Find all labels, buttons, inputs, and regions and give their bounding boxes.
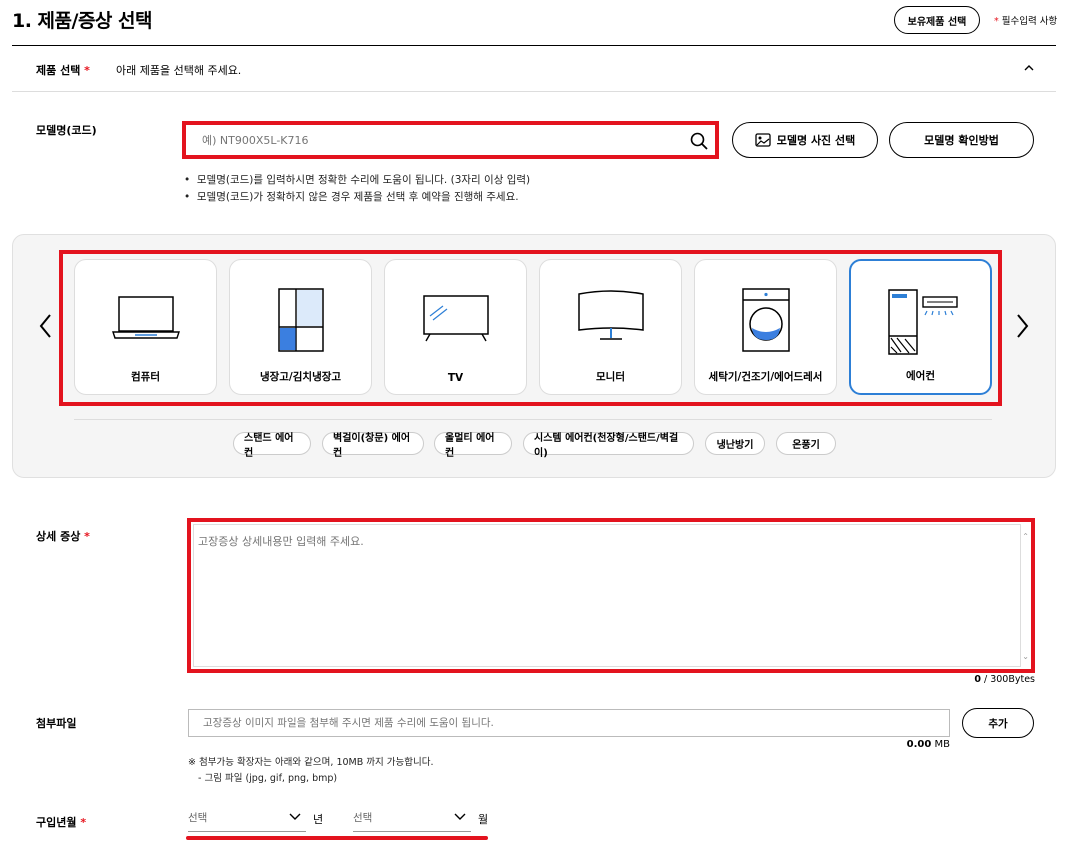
purchase-label-text: 구입년월 <box>36 816 77 829</box>
attachment-size-unit: MB <box>931 739 951 750</box>
category-label: TV <box>447 372 464 384</box>
model-label: 모델명(코드) <box>36 124 97 137</box>
category-card-refrigerator[interactable]: 냉장고/김치냉장고 <box>229 259 372 395</box>
year-unit: 년 <box>313 813 324 826</box>
air-conditioner-icon <box>888 289 958 355</box>
model-note-text: 모델명(코드)가 정확하지 않은 경우 제품을 선택 후 예약을 진행해 주세요… <box>196 191 519 203</box>
monitor-icon <box>578 290 644 340</box>
header-divider <box>12 45 1056 46</box>
attachment-note: ※ 첨부가능 확장자는 아래와 같으며, 10MB 까지 가능합니다. <box>188 757 434 768</box>
category-card-monitor[interactable]: 모니터 <box>539 259 682 395</box>
attachment-input[interactable] <box>188 709 950 737</box>
chevron-down-icon <box>289 813 301 820</box>
symptom-label-text: 상세 증상 <box>36 530 81 543</box>
symptom-textarea[interactable] <box>193 524 1021 667</box>
page-title: 1. 제품/증상 선택 <box>12 10 153 32</box>
category-card-air-conditioner[interactable]: 에어컨 <box>849 259 992 395</box>
symptom-highlight: ⌃ ⌄ <box>187 518 1035 673</box>
subcategory-chip[interactable]: 시스템 에어컨(천장형/스탠드/벽걸이) <box>523 432 694 459</box>
chevron-left-icon[interactable] <box>36 312 56 340</box>
category-label: 컴퓨터 <box>131 371 160 383</box>
year-select[interactable]: 선택 <box>188 806 306 832</box>
month-select-value: 선택 <box>353 812 373 824</box>
required-star: * <box>84 530 90 543</box>
attachment-notes: ※ 첨부가능 확장자는 아래와 같으며, 10MB 까지 가능합니다. - 그림… <box>188 755 433 787</box>
purchase-label: 구입년월 * <box>36 814 86 830</box>
model-highlight <box>182 121 719 159</box>
section-divider <box>12 91 1056 92</box>
owned-products-button[interactable]: 보유제품 선택 <box>894 6 980 34</box>
purchase-highlight-underline <box>186 836 488 840</box>
attachment-add-button[interactable]: 추가 <box>962 708 1034 738</box>
subcategory-chip[interactable]: 올멀티 에어컨 <box>434 432 512 459</box>
scroll-down-icon[interactable]: ⌄ <box>1022 652 1029 661</box>
model-howto-button[interactable]: 모델명 확인방법 <box>889 122 1034 158</box>
model-notes: • 모델명(코드)를 입력하시면 정확한 수리에 도움이 됩니다. (3자리 이… <box>184 172 530 206</box>
model-photo-button-label: 모델명 사진 선택 <box>776 134 856 147</box>
model-photo-button[interactable]: 모델명 사진 선택 <box>732 122 878 158</box>
category-card-tv[interactable]: TV <box>384 259 527 395</box>
attachment-size-value: 0.00 <box>906 739 932 750</box>
chevron-right-icon[interactable] <box>1012 312 1032 340</box>
tv-icon <box>423 295 489 342</box>
chevron-down-icon <box>454 813 466 820</box>
required-star: * <box>994 16 999 27</box>
required-star: * <box>84 64 90 77</box>
month-unit: 월 <box>478 813 489 826</box>
product-select-label-text: 제품 선택 <box>36 64 81 77</box>
chevron-up-icon[interactable] <box>1021 60 1037 76</box>
category-label: 세탁기/건조기/에어드레서 <box>708 371 823 383</box>
symptom-byte-limit: / 300Bytes <box>980 674 1035 685</box>
attachment-note: - 그림 파일 (jpg, gif, png, bmp) <box>198 773 338 784</box>
product-select-label: 제품 선택 * <box>36 62 90 78</box>
product-select-hint: 아래 제품을 선택해 주세요. <box>116 64 242 77</box>
required-note-text: 필수입력 사항 <box>1001 16 1058 27</box>
category-label: 모니터 <box>596 371 625 383</box>
year-select-value: 선택 <box>188 812 208 824</box>
category-label: 에어컨 <box>906 370 935 382</box>
month-select[interactable]: 선택 <box>353 806 471 832</box>
category-card-washer[interactable]: 세탁기/건조기/에어드레서 <box>694 259 837 395</box>
attachment-size: 0.00 MB <box>860 739 950 750</box>
list-item: • 모델명(코드)를 입력하시면 정확한 수리에 도움이 됩니다. (3자리 이… <box>184 174 531 186</box>
subcategory-chip[interactable]: 온풍기 <box>776 432 836 455</box>
list-item: • 모델명(코드)가 정확하지 않은 경우 제품을 선택 후 예약을 진행해 주… <box>184 191 519 203</box>
symptom-byte-count: 0 <box>974 674 981 685</box>
symptom-byte-counter: 0 / 300Bytes <box>950 674 1035 685</box>
subcategory-chip[interactable]: 스탠드 에어컨 <box>233 432 311 459</box>
required-star: * <box>80 816 87 829</box>
category-card-computer[interactable]: 컴퓨터 <box>74 259 217 395</box>
search-icon[interactable] <box>689 131 709 151</box>
scroll-up-icon[interactable]: ⌃ <box>1022 532 1029 541</box>
category-label: 냉장고/김치냉장고 <box>259 371 342 383</box>
model-search-input[interactable] <box>190 129 711 151</box>
refrigerator-icon <box>278 288 324 352</box>
model-note-text: 모델명(코드)를 입력하시면 정확한 수리에 도움이 됩니다. (3자리 이상 … <box>196 174 531 186</box>
subcategory-chip[interactable]: 벽걸이(창문) 에어컨 <box>322 432 424 459</box>
laptop-icon <box>112 296 180 339</box>
attachment-label: 첨부파일 <box>36 717 77 730</box>
required-note: * 필수입력 사항 <box>994 13 1057 27</box>
washer-icon <box>742 288 790 352</box>
symptom-label: 상세 증상 * <box>36 528 90 544</box>
photo-icon <box>755 133 771 147</box>
category-divider <box>74 419 992 420</box>
subcategory-chip[interactable]: 냉난방기 <box>705 432 765 455</box>
